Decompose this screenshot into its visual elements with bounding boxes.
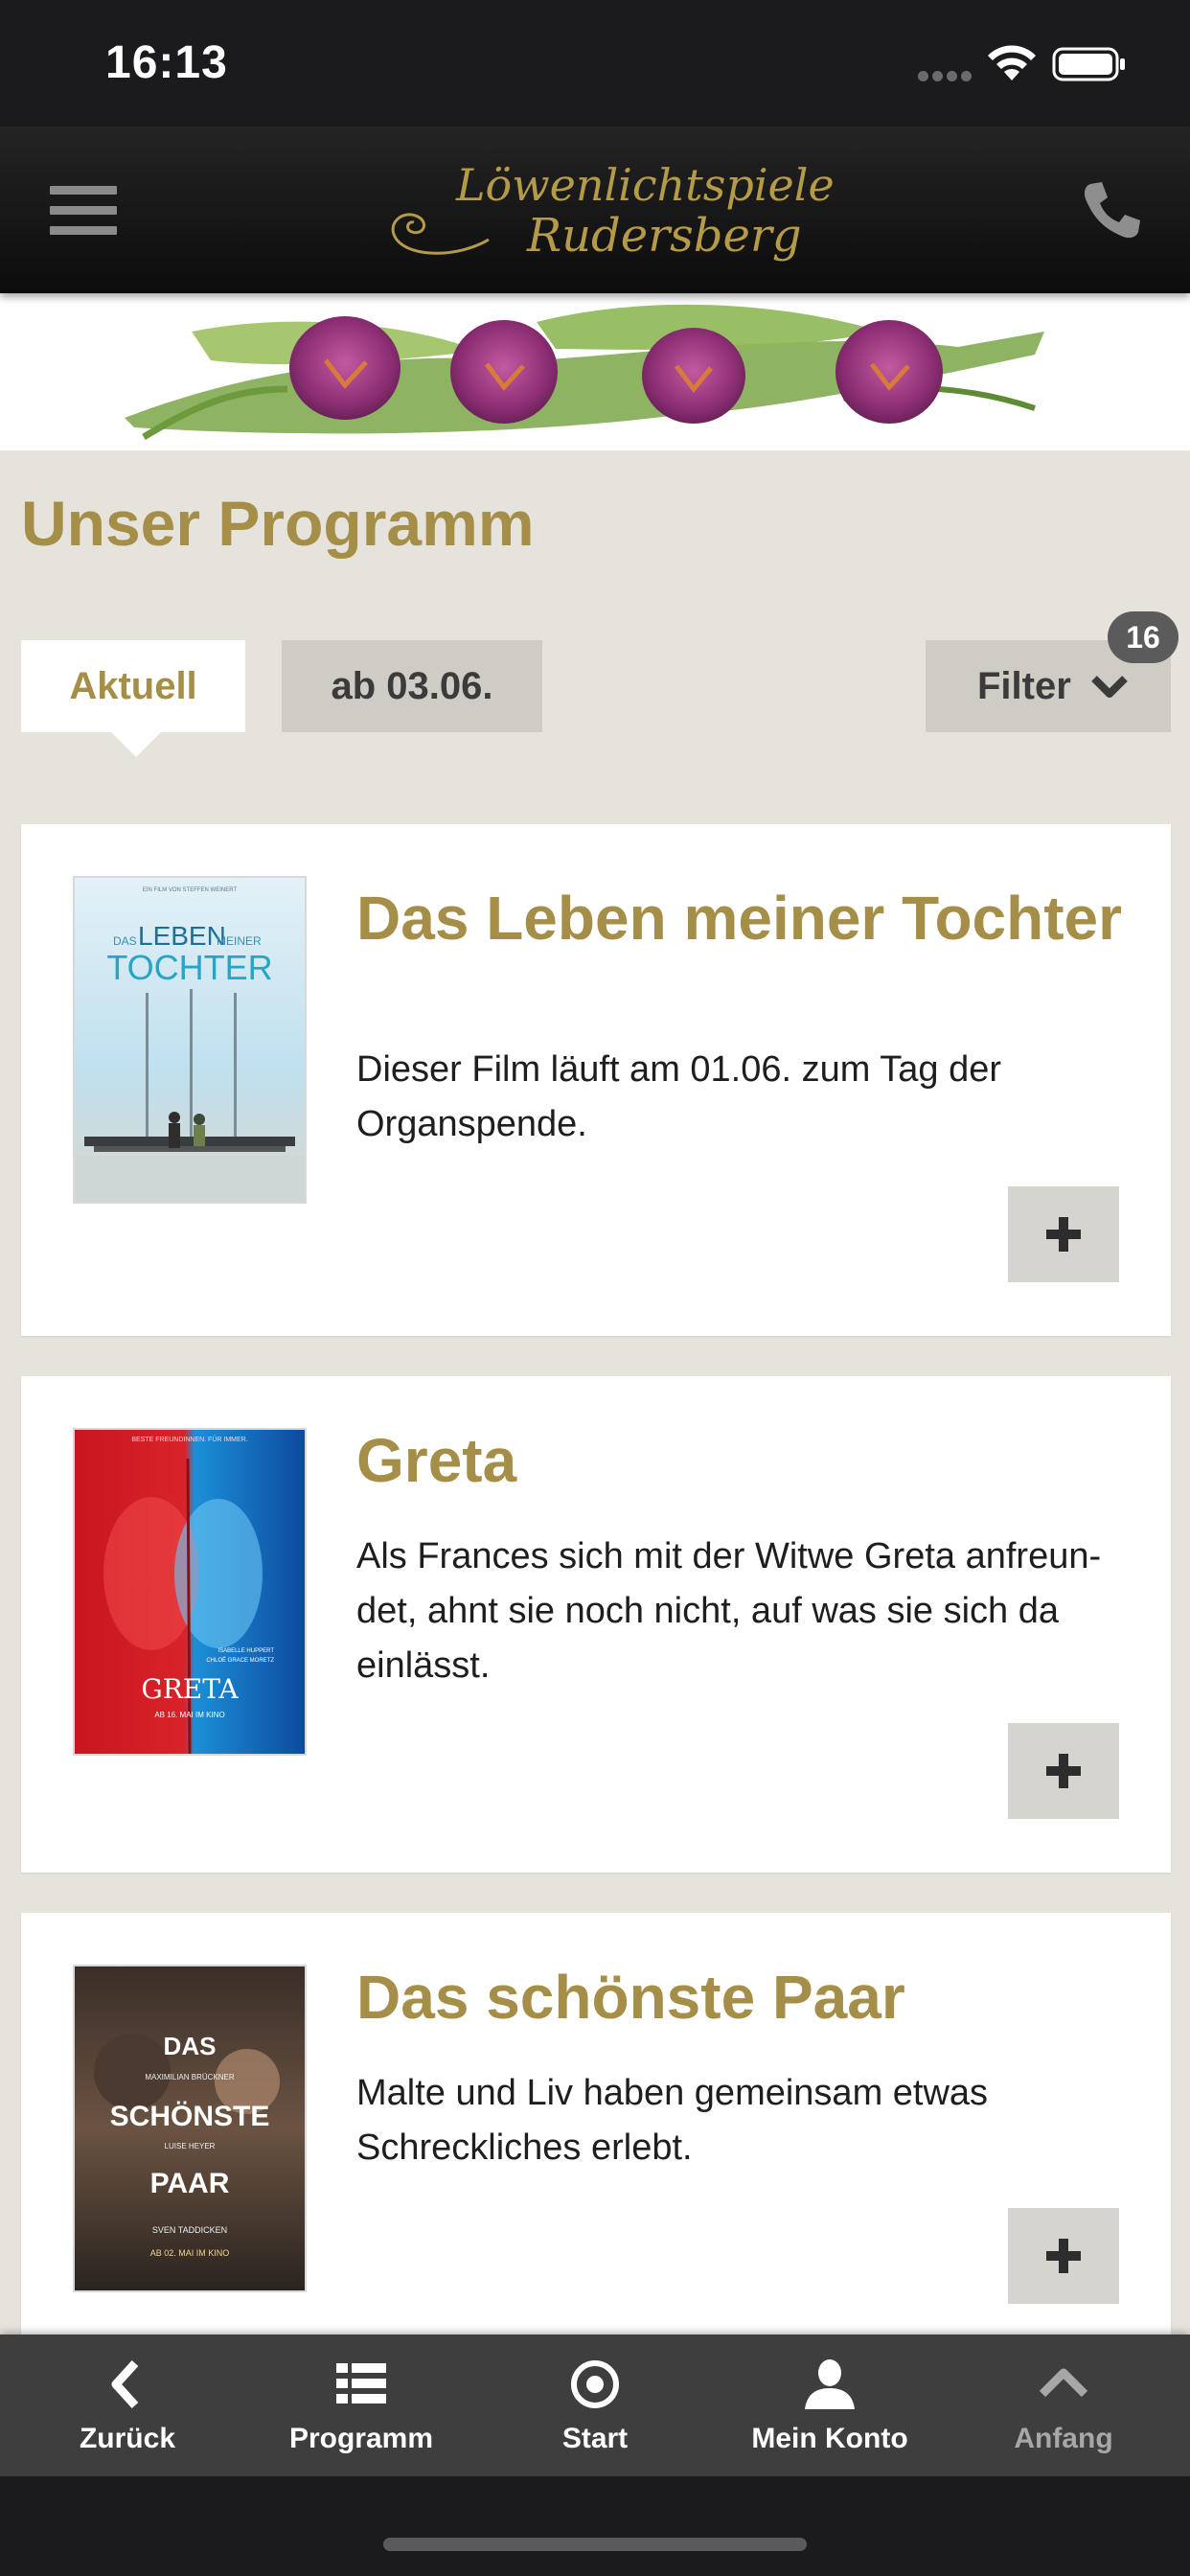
film-description: Dieser Film läuft am 01.06. zum Tag der … (356, 1049, 1002, 1144)
poster-date: AB 02. MAI IM KINO (150, 2248, 230, 2258)
tab-ab-03-06[interactable]: ab 03.06. (282, 640, 542, 732)
poster-title-3: PAAR (150, 2168, 230, 2199)
chevron-left-icon (111, 2359, 139, 2409)
tab-label: Zurück (79, 2423, 176, 2454)
list-icon (336, 2363, 386, 2404)
status-time: 16:13 (105, 37, 228, 88)
chevron-down-icon (1090, 676, 1128, 698)
film-poster[interactable]: BESTE FREUNDINNEN. FÜR IMMER. ISABELLE H… (73, 1428, 307, 1756)
film-title[interactable]: Greta (356, 1426, 1123, 1495)
tab-anfang[interactable]: Anfang (968, 2334, 1159, 2476)
poster-cast-1: ISABELLE HUPPERT (217, 1648, 274, 1654)
poster-art: EIN FILM VON STEFFEN WEINERT DAS LEBEN M… (75, 887, 305, 1202)
user-icon (805, 2359, 855, 2409)
poster-director: SVEN TADDICKEN (152, 2225, 227, 2235)
home-indicator-area (0, 2476, 1190, 2576)
tab-label: Start (561, 2423, 629, 2454)
tab-aktuell[interactable]: Aktuell (21, 640, 245, 757)
status-bar: 16:13 (0, 0, 1190, 126)
tab-label: Programm (288, 2423, 434, 2454)
logo-line-2: Rudersberg (527, 209, 802, 263)
film-description: Als Frances sich mit der Witwe Greta anf… (356, 1536, 1102, 1686)
film-title[interactable]: Das schönste Paar (356, 1963, 1123, 2032)
phone-icon[interactable] (1081, 178, 1144, 242)
poster-title-das: DAS (113, 934, 137, 948)
poster-top-line: BESTE FREUNDINNEN. FÜR IMMER. (131, 1436, 247, 1443)
poster-title-leben: LEBEN (138, 921, 226, 951)
plus-icon (1046, 1217, 1081, 1252)
poster-actor-2: LUISE HEYER (165, 2142, 216, 2150)
cellular-signal-icon (918, 69, 977, 81)
film-poster[interactable]: DAS MAXIMILIAN BRÜCKNER SCHÖNSTE LUISE H… (73, 1965, 307, 2292)
tab-programm[interactable]: Programm (265, 2334, 457, 2476)
battery-icon (1052, 47, 1125, 81)
poster-top-line: EIN FILM VON STEFFEN WEINERT (143, 887, 238, 893)
film-poster[interactable]: EIN FILM VON STEFFEN WEINERT DAS LEBEN M… (73, 876, 307, 1204)
add-button[interactable] (1008, 1186, 1119, 1282)
poster-cast-2: CHLOË GRACE MORETZ (206, 1657, 274, 1664)
tab-zurueck[interactable]: Zurück (32, 2334, 223, 2476)
plus-icon (1046, 2239, 1081, 2273)
app-header: Löwenlichtspiele Rudersberg (0, 126, 1190, 293)
cinema-logo[interactable]: Löwenlichtspiele Rudersberg (383, 153, 835, 268)
poster-date: AB 16. MAI IM KINO (154, 1711, 224, 1719)
target-icon (571, 2360, 619, 2408)
film-card[interactable]: EIN FILM VON STEFFEN WEINERT DAS LEBEN M… (21, 824, 1171, 1336)
film-card[interactable]: DAS MAXIMILIAN BRÜCKNER SCHÖNSTE LUISE H… (21, 1913, 1171, 2354)
film-description: Malte und Liv haben gemeinsam etwas Schr… (356, 2073, 989, 2168)
filter-label: Filter (977, 664, 1071, 707)
poster-title: GRETA (141, 1673, 239, 1705)
filter-count-badge: 16 (1108, 611, 1179, 663)
hamburger-menu-icon[interactable] (50, 186, 119, 235)
poster-actor-1: MAXIMILIAN BRÜCKNER (145, 2073, 235, 2082)
tab-label: Mein Konto (751, 2423, 908, 2454)
page-title: Unser Programm (21, 488, 535, 559)
logo-line-1: Löwenlichtspiele (456, 159, 835, 211)
wifi-icon (988, 45, 1036, 80)
app-root: 16:13 Löwenlichtspiele Rudersberg Unser … (0, 0, 1190, 2576)
tulips-image (125, 304, 1044, 441)
poster-title-meiner: MEINER (217, 934, 262, 948)
add-button[interactable] (1008, 2208, 1119, 2304)
home-indicator[interactable] (383, 2538, 807, 2551)
film-title[interactable]: Das Leben meiner Tochter (356, 884, 1123, 953)
tab-start[interactable]: Start (499, 2334, 691, 2476)
poster-art: BESTE FREUNDINNEN. FÜR IMMER. ISABELLE H… (103, 1436, 274, 1754)
bottom-tab-bar: Zurück Programm Start Mein Konto Anfang (0, 2334, 1190, 2476)
poster-art: DAS MAXIMILIAN BRÜCKNER SCHÖNSTE LUISE H… (94, 2032, 280, 2258)
poster-title-1: DAS (164, 2032, 217, 2060)
chevron-up-icon (1039, 2368, 1088, 2398)
poster-title-tochter: TOCHTER (106, 948, 272, 987)
tab-label: Anfang (1014, 2423, 1113, 2454)
film-card[interactable]: BESTE FREUNDINNEN. FÜR IMMER. ISABELLE H… (21, 1376, 1171, 1873)
header-banner-image (0, 293, 1190, 450)
plus-icon (1046, 1754, 1081, 1788)
poster-title-2: SCHÖNSTE (110, 2101, 270, 2132)
add-button[interactable] (1008, 1723, 1119, 1819)
tab-mein-konto[interactable]: Mein Konto (734, 2334, 926, 2476)
